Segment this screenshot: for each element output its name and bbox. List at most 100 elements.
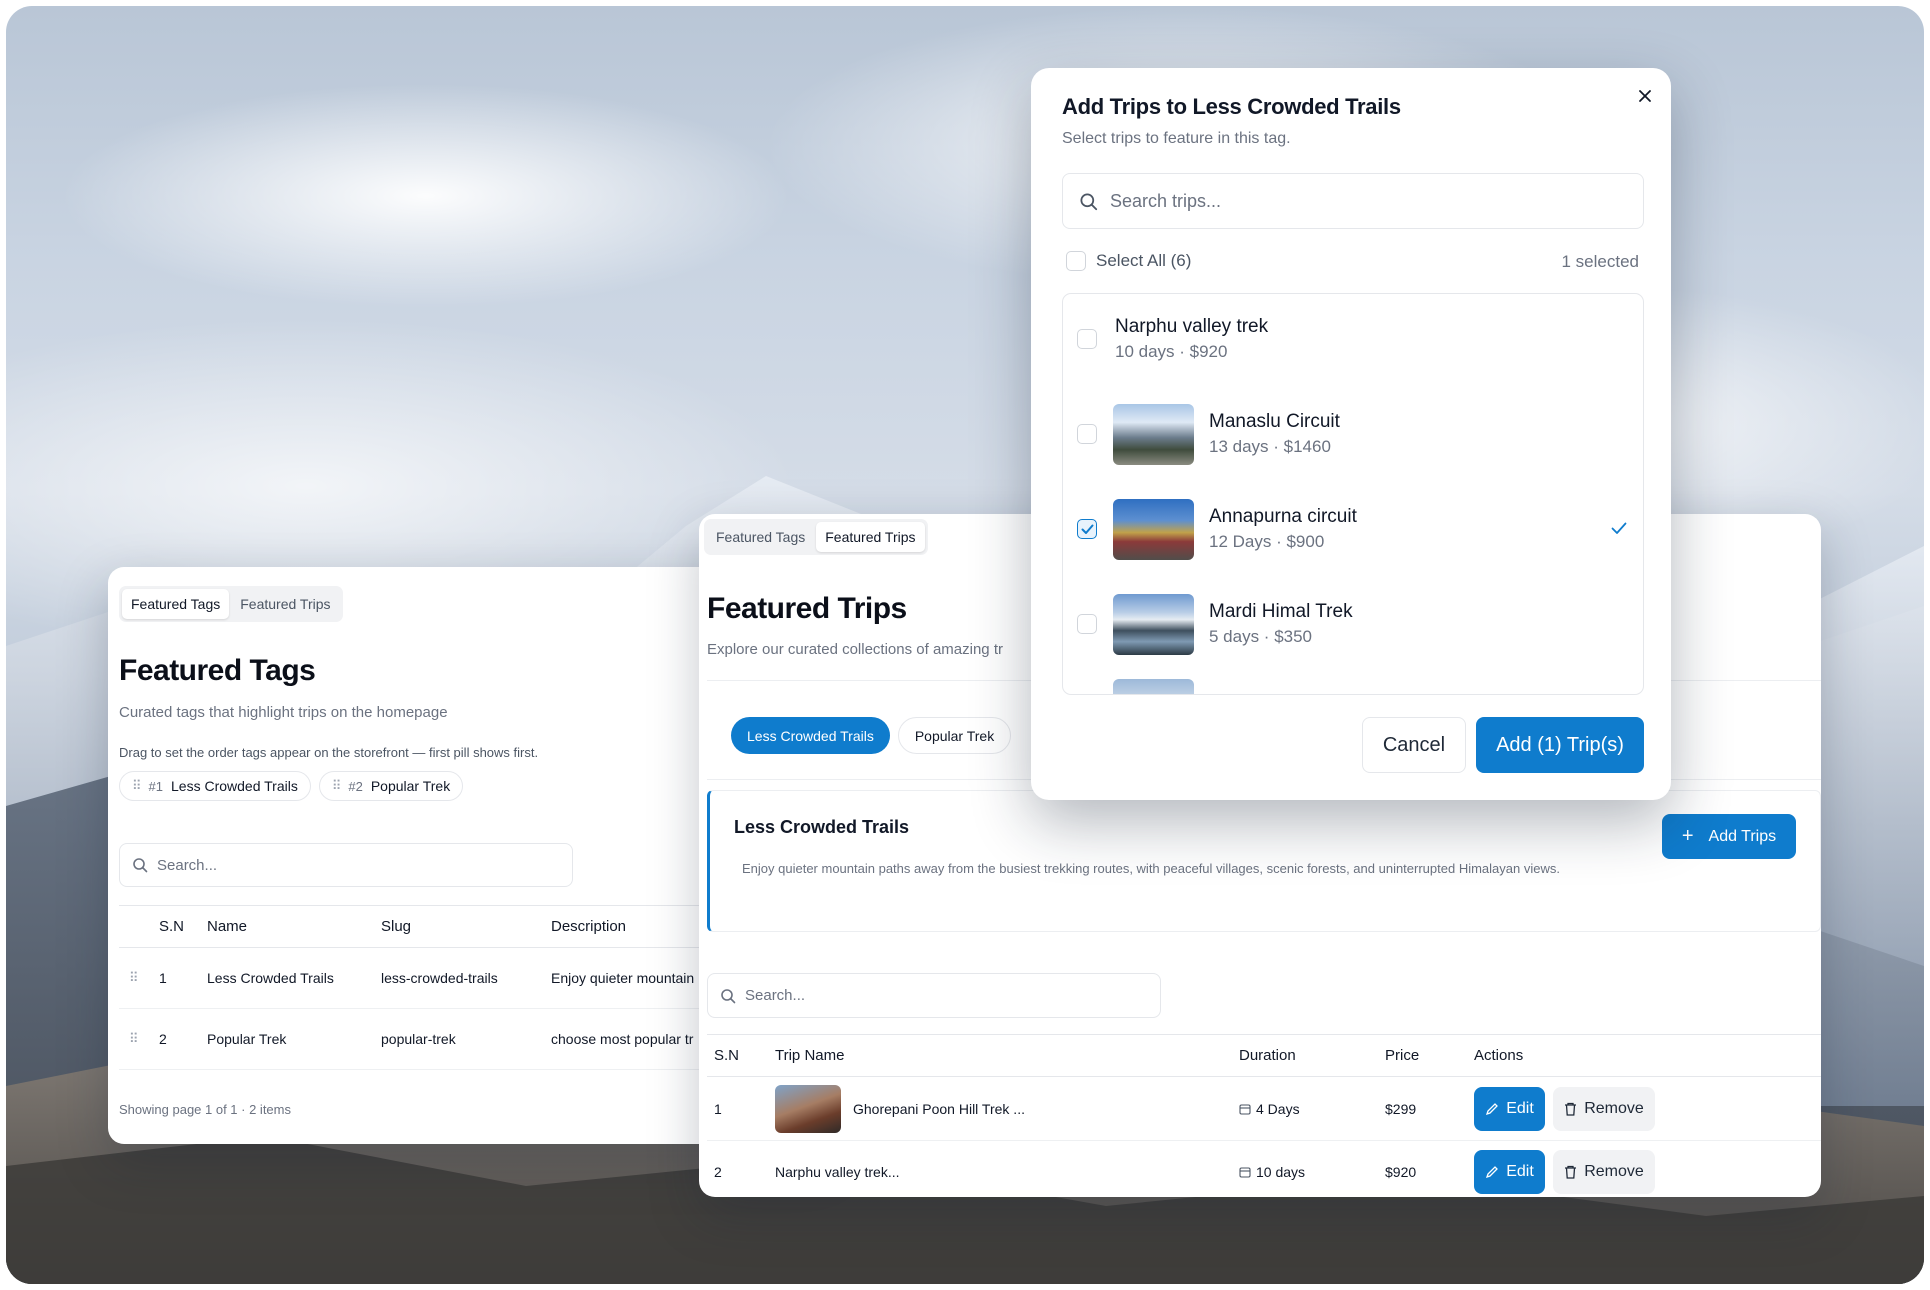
trip-selection-list: Narphu valley trek 10 days · $920 Manasl… <box>1062 293 1644 695</box>
column-header: Description <box>551 918 627 935</box>
edit-button[interactable]: Edit <box>1474 1150 1545 1194</box>
trip-name: Annapurna circuit <box>1209 506 1357 527</box>
trip-meta: 5 days · $350 <box>1209 627 1313 646</box>
drag-handle-icon[interactable]: ⠿ <box>132 778 141 794</box>
trip-duration: 4 Days <box>1256 1100 1300 1117</box>
view-switcher: Featured Tags Featured Trips <box>704 519 928 555</box>
tags-search[interactable]: Search... <box>119 843 573 887</box>
column-header: S.N <box>159 918 185 935</box>
list-item[interactable]: Annapurna circuit 12 Days · $900 <box>1063 484 1643 574</box>
trip-meta: 12 Days · $900 <box>1209 532 1325 551</box>
cancel-button[interactable]: Cancel <box>1362 717 1466 773</box>
modal-search[interactable]: Search trips... <box>1062 173 1644 229</box>
trip-checkbox[interactable] <box>1077 424 1097 444</box>
trip-checkbox[interactable] <box>1077 329 1097 349</box>
trip-name: Mardi Himal Trek <box>1209 601 1353 622</box>
drag-handle-icon[interactable]: ⠿ <box>119 970 159 986</box>
list-item[interactable]: Manaslu Circuit 13 days · $1460 <box>1063 389 1643 479</box>
select-all-row[interactable]: Select All (6) <box>1066 251 1191 271</box>
search-icon <box>721 988 736 1003</box>
trip-price: $299 <box>1385 1100 1417 1117</box>
trip-name: Ghorepani Poon Hill Trek ... <box>853 1100 1025 1117</box>
search-input[interactable]: Search trips... <box>1110 191 1221 212</box>
trip-checkbox[interactable] <box>1077 614 1097 634</box>
list-item[interactable]: Narphu valley trek 10 days · $920 <box>1063 294 1643 384</box>
table-header: S.N Trip Name Duration Price Actions <box>707 1035 1821 1077</box>
pagination-info: Showing page 1 of 1 · 2 items <box>119 1102 291 1117</box>
tag-order-pills: ⠿ #1 Less Crowded Trails ⠿ #2 Popular Tr… <box>119 771 464 801</box>
row-slug: less-crowded-trails <box>381 970 498 986</box>
page-subtitle: Curated tags that highlight trips on the… <box>119 704 448 721</box>
edit-label: Edit <box>1506 1163 1534 1180</box>
modal-subtitle: Select trips to feature in this tag. <box>1062 130 1291 147</box>
drag-handle-icon[interactable]: ⠿ <box>119 1031 159 1047</box>
column-header: Slug <box>381 918 412 935</box>
row-description: Enjoy quieter mountain <box>551 970 695 986</box>
tab-featured-tags[interactable]: Featured Tags <box>122 589 230 619</box>
trip-thumbnail <box>1113 403 1194 465</box>
tab-featured-tags[interactable]: Featured Tags <box>707 522 814 552</box>
trip-name: Manaslu Circuit <box>1209 411 1340 432</box>
row-sn: 2 <box>714 1164 722 1180</box>
select-all-checkbox[interactable] <box>1066 251 1086 271</box>
selected-count: 1 selected <box>1561 252 1640 271</box>
table-row[interactable]: 2 Narphu valley trek... 10 days $920 Edi… <box>707 1141 1821 1197</box>
column-header: Price <box>1385 1047 1420 1064</box>
row-description: choose most popular tr <box>551 1031 694 1047</box>
view-switcher: Featured Tags Featured Trips <box>119 586 343 622</box>
search-input[interactable]: Search... <box>157 857 217 874</box>
page-title: Featured Tags <box>119 654 316 687</box>
trip-meta: 13 days · $1460 <box>1209 437 1331 456</box>
edit-button[interactable]: Edit <box>1474 1086 1545 1131</box>
row-name: Less Crowded Trails <box>207 970 334 986</box>
search-icon <box>133 858 148 873</box>
table-row[interactable]: 1 Ghorepani Poon Hill Trek ... 4 Days $2… <box>707 1077 1821 1141</box>
pill-label: Popular Trek <box>370 778 451 794</box>
tag-pill[interactable]: ⠿ #1 Less Crowded Trails <box>119 771 311 801</box>
column-header: Actions <box>1474 1047 1524 1064</box>
modal-title: Add Trips to Less Crowded Trails <box>1062 94 1401 119</box>
calendar-icon <box>1239 1103 1251 1115</box>
pencil-icon <box>1486 1102 1499 1115</box>
remove-label: Remove <box>1584 1099 1644 1117</box>
trip-thumbnail <box>1113 593 1194 655</box>
pill-rank: #2 <box>348 778 363 794</box>
tag-card-title: Less Crowded Trails <box>734 817 910 837</box>
trips-table: S.N Trip Name Duration Price Actions 1 G… <box>707 1034 1821 1197</box>
submit-add-trips-button[interactable]: Add (1) Trip(s) <box>1476 717 1644 773</box>
tag-detail-card: Less Crowded Trails Enjoy quieter mounta… <box>707 790 1821 932</box>
column-header: Name <box>207 918 248 935</box>
plus-icon: + <box>1681 825 1694 847</box>
close-icon[interactable] <box>1637 88 1653 104</box>
trash-icon <box>1565 1102 1577 1116</box>
remove-button[interactable]: Remove <box>1553 1086 1655 1131</box>
tab-featured-trips[interactable]: Featured Trips <box>231 589 339 619</box>
trip-thumbnail <box>1113 498 1194 560</box>
selected-check-icon <box>1611 522 1627 534</box>
check-icon <box>1081 524 1093 534</box>
order-hint: Drag to set the order tags appear on the… <box>119 745 539 760</box>
trip-checkbox[interactable] <box>1077 519 1097 539</box>
tag-chip-less-crowded-trails[interactable]: Less Crowded Trails <box>731 717 890 754</box>
search-input[interactable]: Search... <box>745 987 805 1004</box>
add-trips-modal: Add Trips to Less Crowded Trails Select … <box>1031 68 1671 800</box>
row-sn: 1 <box>159 970 167 986</box>
add-trips-label: Add Trips <box>1708 827 1777 845</box>
edit-label: Edit <box>1506 1099 1534 1117</box>
search-icon <box>1080 192 1098 210</box>
tag-pill[interactable]: ⠿ #2 Popular Trek <box>318 771 464 801</box>
row-sn: 2 <box>159 1031 167 1047</box>
tab-featured-trips[interactable]: Featured Trips <box>816 522 925 552</box>
add-trips-button[interactable]: + Add Trips <box>1662 814 1796 859</box>
trip-thumbnail <box>775 1084 841 1133</box>
remove-button[interactable]: Remove <box>1553 1150 1655 1194</box>
list-item[interactable] <box>1063 679 1643 694</box>
trips-search[interactable]: Search... <box>707 973 1161 1018</box>
trash-icon <box>1565 1165 1577 1179</box>
tag-chip-popular-trek[interactable]: Popular Trek <box>897 717 1012 754</box>
list-item[interactable]: Mardi Himal Trek 5 days · $350 <box>1063 579 1643 669</box>
pencil-icon <box>1486 1166 1499 1179</box>
trip-price: $920 <box>1385 1164 1417 1180</box>
drag-handle-icon[interactable]: ⠿ <box>332 778 341 794</box>
page-subtitle: Explore our curated collections of amazi… <box>707 641 1003 658</box>
